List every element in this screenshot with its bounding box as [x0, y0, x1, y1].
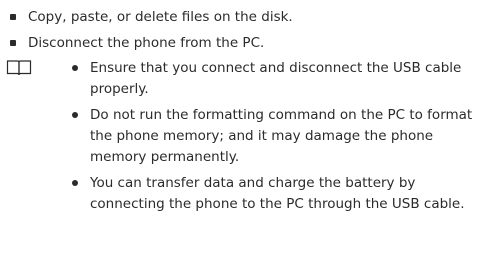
document-page: Copy, paste, or delete files on the disk… — [0, 0, 496, 256]
note-item: Do not run the formatting command on the… — [72, 105, 482, 168]
note-item-text: You can transfer data and charge the bat… — [90, 175, 465, 212]
note-item: You can transfer data and charge the bat… — [72, 173, 482, 215]
bullet-list: Copy, paste, or delete files on the disk… — [10, 4, 480, 56]
list-item: Disconnect the phone from the PC. — [10, 30, 480, 56]
bullet-dot-icon — [72, 180, 78, 186]
note-list: Ensure that you connect and disconnect t… — [72, 58, 482, 220]
bullet-dot-icon — [72, 112, 78, 118]
bullet-dot-icon — [72, 65, 78, 71]
note-item-text: Ensure that you connect and disconnect t… — [90, 60, 462, 97]
note-item: Ensure that you connect and disconnect t… — [72, 58, 482, 100]
list-item: Copy, paste, or delete files on the disk… — [10, 4, 480, 30]
book-icon — [6, 59, 32, 77]
bullet-icon — [10, 40, 16, 46]
bullet-icon — [10, 14, 16, 20]
list-item-text: Copy, paste, or delete files on the disk… — [28, 9, 293, 25]
note-item-text: Do not run the formatting command on the… — [90, 107, 473, 165]
list-item-text: Disconnect the phone from the PC. — [28, 35, 265, 51]
